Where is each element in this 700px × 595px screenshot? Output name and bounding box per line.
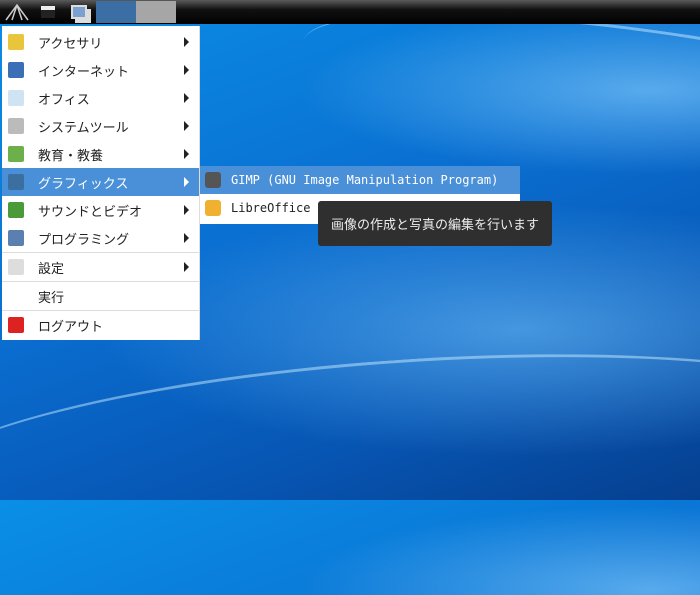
graphics-icon xyxy=(8,174,24,190)
chevron-right-icon xyxy=(184,65,189,75)
internet-icon xyxy=(8,62,24,78)
taskbar xyxy=(0,0,700,24)
submenu-item-label: GIMP (GNU Image Manipulation Program) xyxy=(231,173,499,187)
menu-item-label: サウンドとビデオ xyxy=(38,204,143,220)
menu-item-9[interactable]: 実行 xyxy=(2,282,199,310)
chevron-right-icon xyxy=(184,93,189,103)
lxde-logo-icon[interactable] xyxy=(0,1,34,23)
menu-item-6[interactable]: サウンドとビデオ xyxy=(2,196,199,224)
libreoffice-draw-icon xyxy=(205,200,221,216)
office-icon xyxy=(8,90,24,106)
system-tools-icon xyxy=(8,118,24,134)
programming-icon xyxy=(8,230,24,246)
file-manager-icon[interactable] xyxy=(34,1,62,23)
settings-icon xyxy=(8,259,24,275)
logout-icon xyxy=(8,317,24,333)
chevron-right-icon xyxy=(184,37,189,47)
menu-item-label: ログアウト xyxy=(38,319,104,335)
chevron-right-icon xyxy=(184,262,189,272)
window-button-1[interactable] xyxy=(96,1,136,23)
menu-item-2[interactable]: オフィス xyxy=(2,84,199,112)
menu-item-label: 設定 xyxy=(38,261,65,277)
menu-item-3[interactable]: システムツール xyxy=(2,112,199,140)
tooltip: 画像の作成と写真の編集を行います xyxy=(318,201,552,246)
menu-item-10[interactable]: ログアウト xyxy=(2,311,199,339)
gimp-icon xyxy=(205,172,221,188)
menu-item-label: プログラミング xyxy=(38,232,130,248)
menu-item-label: 教育・教養 xyxy=(38,148,104,164)
chevron-right-icon xyxy=(184,177,189,187)
menu-item-1[interactable]: インターネット xyxy=(2,56,199,84)
blank-icon xyxy=(8,288,24,304)
show-desktop-icon[interactable] xyxy=(62,1,96,23)
chevron-right-icon xyxy=(184,121,189,131)
menu-item-label: インターネット xyxy=(38,64,130,80)
submenu-item-0[interactable]: GIMP (GNU Image Manipulation Program) xyxy=(200,166,520,194)
menu-item-5[interactable]: グラフィックス xyxy=(2,168,199,196)
menu-item-8[interactable]: 設定 xyxy=(2,253,199,281)
menu-item-label: アクセサリ xyxy=(38,36,103,52)
wallpaper-swoosh xyxy=(0,325,700,595)
window-button-2[interactable] xyxy=(136,1,176,23)
menu-item-label: オフィス xyxy=(38,92,90,108)
chevron-right-icon xyxy=(184,233,189,243)
menu-item-label: システムツール xyxy=(38,120,129,136)
chevron-right-icon xyxy=(184,149,189,159)
accessories-icon xyxy=(8,34,24,50)
menu-item-7[interactable]: プログラミング xyxy=(2,224,199,252)
education-icon xyxy=(8,146,24,162)
menu-item-0[interactable]: アクセサリ xyxy=(2,28,199,56)
menu-item-label: グラフィックス xyxy=(38,176,129,192)
tooltip-text: 画像の作成と写真の編集を行います xyxy=(330,218,539,233)
menu-item-label: 実行 xyxy=(38,290,65,306)
application-menu: アクセサリインターネット オフィスシステムツール 教育・教養グラフィックス サウンドと… xyxy=(2,26,200,340)
chevron-right-icon xyxy=(184,205,189,215)
sound-video-icon xyxy=(8,202,24,218)
menu-item-4[interactable]: 教育・教養 xyxy=(2,140,199,168)
